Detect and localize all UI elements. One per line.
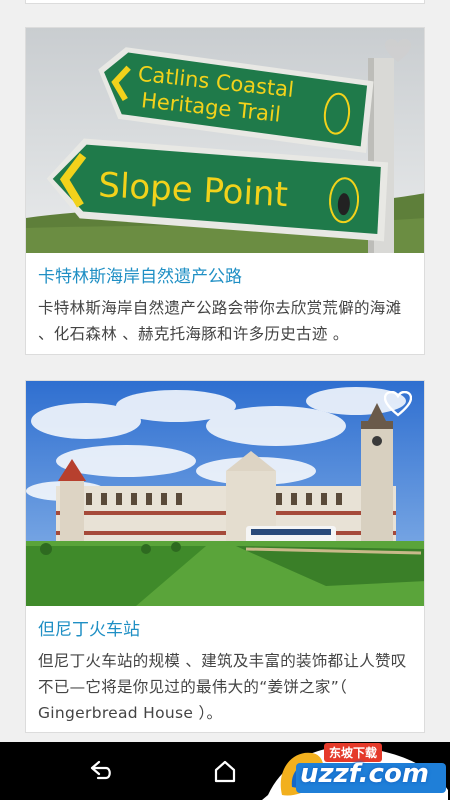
heart-icon[interactable] xyxy=(384,38,412,64)
attraction-card[interactable]: 但尼丁火车站 但尼丁火车站的规模 、建筑及丰富的装饰都让人赞叹不已—它将是你见过… xyxy=(25,380,425,733)
watermark-main-text: uzzf.com xyxy=(300,759,429,789)
previous-card-bottom xyxy=(25,0,425,4)
heart-icon[interactable] xyxy=(384,391,412,417)
attraction-image: Catlins Coastal Heritage Trail Slope Poi… xyxy=(26,28,424,253)
attraction-card[interactable]: Catlins Coastal Heritage Trail Slope Poi… xyxy=(25,27,425,355)
back-icon[interactable] xyxy=(86,756,116,786)
attraction-description: 但尼丁火车站的规模 、建筑及丰富的装饰都让人赞叹不已—它将是你见过的最伟大的“姜… xyxy=(38,652,407,722)
attraction-title[interactable]: 卡特林斯海岸自然遗产公路 xyxy=(26,265,424,289)
attraction-image xyxy=(26,381,424,606)
catlins-sign-image: Catlins Coastal Heritage Trail Slope Poi… xyxy=(26,28,424,253)
site-watermark: 东坡下载 uzzf.com xyxy=(262,735,450,800)
dunedin-station-image xyxy=(26,381,424,606)
attraction-description: 卡特林斯海岸自然遗产公路会带你去欣赏荒僻的海滩 、化石森林 、赫克托海豚和许多历… xyxy=(38,299,402,343)
screen: Catlins Coastal Heritage Trail Slope Poi… xyxy=(0,0,450,800)
attraction-title[interactable]: 但尼丁火车站 xyxy=(26,618,424,642)
home-icon[interactable] xyxy=(210,756,240,786)
